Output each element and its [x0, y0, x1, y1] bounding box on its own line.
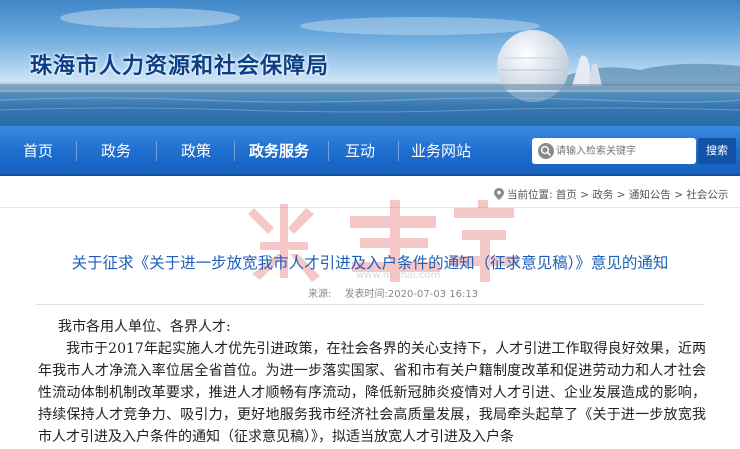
location-pin-icon [494, 188, 504, 200]
nav-item-government[interactable]: 政务 [92, 126, 140, 176]
nav-item-services[interactable]: 政务服务 [244, 126, 314, 176]
breadcrumb-separator: > [613, 189, 629, 201]
nav-separator [234, 141, 235, 161]
article-paragraph: 我市于2017年起实施人才优先引进政策，在社会各界的关心支持下，人才引进工作取得… [38, 341, 706, 445]
nav-separator [398, 141, 399, 161]
nav-item-business-sites[interactable]: 业务网站 [406, 126, 476, 176]
header-banner: 珠海市人力资源和社会保障局 [0, 0, 740, 126]
breadcrumb: 当前位置: 首页 > 政务 > 通知公告 > 社会公示 [494, 187, 728, 203]
breadcrumb-item-public-notice[interactable]: 社会公示 [686, 189, 728, 201]
meta-divider [36, 304, 704, 305]
article-source: 来源: [308, 289, 332, 300]
breadcrumb-separator: > [670, 189, 687, 201]
nav-item-interaction[interactable]: 互动 [336, 126, 384, 176]
article-body: 我市各用人单位、各界人才: 我市于2017年起实施人才优先引进政策，在社会各界的… [38, 316, 706, 448]
article-date: 发表时间:2020-07-03 16:13 [344, 289, 479, 300]
nav-separator [156, 141, 157, 161]
nav-separator [76, 141, 77, 161]
search-box [532, 138, 696, 164]
breadcrumb-separator: > [576, 189, 593, 201]
nav-item-policy[interactable]: 政策 [172, 126, 220, 176]
nav-item-home[interactable]: 首页 [14, 126, 62, 176]
search-input[interactable] [556, 141, 692, 161]
breadcrumb-item-home[interactable]: 首页 [556, 189, 577, 201]
breadcrumb-item-notices[interactable]: 通知公告 [629, 189, 671, 201]
breadcrumb-prefix: 当前位置: [507, 189, 553, 201]
nav-separator [328, 141, 329, 161]
site-title[interactable]: 珠海市人力资源和社会保障局 [30, 48, 329, 80]
breadcrumb-item-government[interactable]: 政务 [592, 189, 613, 201]
article-meta: 来源: 发表时间:2020-07-03 16:13 [308, 285, 488, 300]
breadcrumb-divider [0, 207, 740, 208]
search-button[interactable]: 搜索 [698, 138, 736, 164]
article-title: 关于征求《关于进一步放宽我市人才引进及入户条件的通知（征求意见稿）》意见的通知 [71, 254, 669, 272]
article-greeting: 我市各用人单位、各界人才: [58, 319, 231, 335]
search-icon [538, 143, 554, 159]
